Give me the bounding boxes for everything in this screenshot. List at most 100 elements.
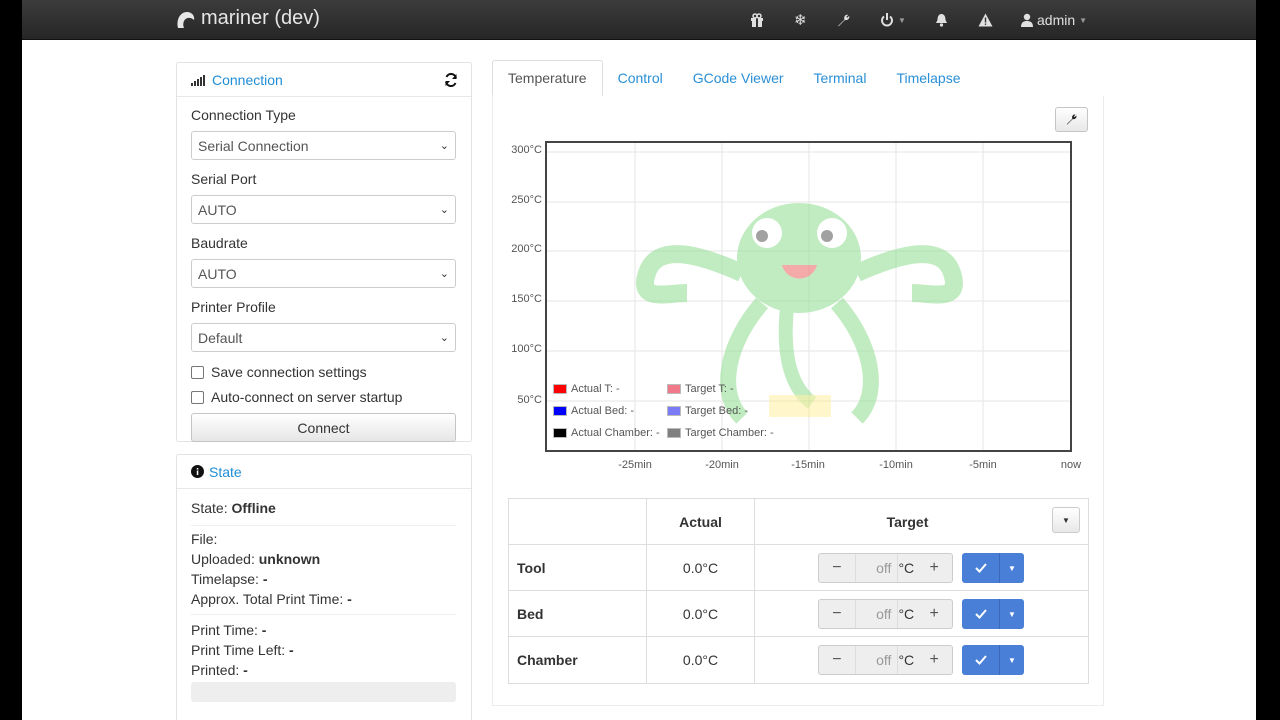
info-icon	[191, 465, 204, 478]
save-connection-checkbox[interactable]: Save connection settings	[191, 364, 367, 380]
table-row: Chamber 0.0°C − off °C + ▼	[509, 637, 1088, 683]
target-column-header: Target	[886, 514, 929, 530]
increment-button[interactable]: +	[916, 646, 952, 674]
user-icon	[1021, 13, 1033, 27]
bell-icon[interactable]	[935, 10, 948, 30]
chevron-down-icon: ⌄	[439, 332, 449, 344]
power-menu[interactable]: ▼	[880, 10, 906, 30]
brand[interactable]: mariner (dev)	[174, 7, 320, 30]
check-icon[interactable]	[962, 599, 1000, 629]
x-tick-label: -15min	[791, 459, 825, 471]
increment-button[interactable]: +	[916, 600, 952, 628]
file-label: File:	[191, 531, 218, 547]
legend-swatch	[667, 428, 681, 438]
target-temp-input[interactable]: off	[854, 554, 899, 582]
state-status: State: Offline	[191, 500, 276, 516]
unit-label: °C	[898, 652, 915, 668]
state-panel: State	[176, 454, 472, 720]
set-target-button[interactable]: ▼	[962, 645, 1024, 675]
time-left-label: Print Time Left:	[191, 642, 286, 658]
uploaded-label: Uploaded:	[191, 551, 255, 567]
printer-profile-label: Printer Profile	[191, 299, 276, 315]
time-left-value: -	[289, 642, 294, 658]
target-stepper[interactable]: − off °C +	[818, 645, 953, 675]
state-header[interactable]: State	[177, 455, 471, 489]
gift-icon[interactable]	[750, 10, 764, 30]
target-stepper[interactable]: − off °C +	[818, 553, 953, 583]
x-tick-label: now	[1060, 459, 1082, 471]
connect-button[interactable]: Connect	[191, 413, 456, 442]
state-title[interactable]: State	[209, 464, 242, 480]
column-divider	[754, 591, 755, 637]
legend-label: Target T: -	[685, 383, 734, 395]
connection-type-value: Serial Connection	[198, 137, 309, 154]
tab-temperature[interactable]: Temperature	[492, 60, 603, 96]
decrement-button[interactable]: −	[819, 554, 855, 582]
connection-type-label: Connection Type	[191, 107, 296, 123]
serial-port-value: AUTO	[198, 201, 237, 218]
target-dropdown-button[interactable]: ▼	[1052, 507, 1080, 533]
heater-name: Tool	[517, 560, 546, 576]
connection-header[interactable]: Connection	[177, 63, 471, 97]
warning-icon[interactable]	[978, 10, 993, 30]
set-target-button[interactable]: ▼	[962, 599, 1024, 629]
x-tick-label: -20min	[705, 459, 739, 471]
legend-item: Actual Chamber: -	[553, 427, 660, 439]
state-value: Offline	[231, 500, 276, 516]
uploaded-value: unknown	[258, 551, 321, 567]
legend-item: Actual Bed: -	[553, 405, 634, 417]
printed-label: Printed:	[191, 662, 240, 678]
baudrate-value: AUTO	[198, 265, 237, 282]
tab-gcode-viewer[interactable]: GCode Viewer	[678, 60, 799, 96]
checkbox-box[interactable]	[191, 390, 204, 404]
octopus-logo-icon	[177, 11, 195, 28]
serial-port-select[interactable]: AUTO ⌄	[191, 195, 456, 224]
connection-title[interactable]: Connection	[212, 72, 283, 88]
graph-settings-button[interactable]	[1055, 107, 1088, 132]
app-window: mariner (dev) ❄ ▼ admin ▼ Connection Con…	[22, 0, 1256, 720]
brand-title: mariner (dev)	[201, 7, 320, 29]
chevron-down-icon: ⌄	[439, 268, 449, 280]
check-icon[interactable]	[962, 645, 1000, 675]
autoconnect-checkbox[interactable]: Auto-connect on server startup	[191, 389, 402, 405]
check-icon[interactable]	[962, 553, 1000, 583]
legend-swatch	[667, 384, 681, 394]
legend-item: Target Chamber: -	[667, 427, 774, 439]
set-target-button[interactable]: ▼	[962, 553, 1024, 583]
y-tick-label: 50°C	[517, 394, 542, 406]
target-stepper[interactable]: − off °C +	[818, 599, 953, 629]
refresh-icon[interactable]	[444, 73, 458, 87]
increment-button[interactable]: +	[916, 554, 952, 582]
x-tick-label: -25min	[618, 459, 652, 471]
baudrate-label: Baudrate	[191, 235, 248, 251]
legend-swatch	[667, 406, 681, 416]
wrench-icon[interactable]	[836, 10, 851, 30]
autoconnect-label: Auto-connect on server startup	[211, 389, 403, 405]
printer-profile-value: Default	[198, 329, 243, 346]
printer-profile-select[interactable]: Default ⌄	[191, 323, 456, 352]
print-time-label: Print Time:	[191, 622, 258, 638]
chevron-down-icon: ▼	[1079, 15, 1088, 25]
x-tick-label: -10min	[879, 459, 913, 471]
tab-control[interactable]: Control	[603, 60, 678, 96]
chevron-down-icon[interactable]: ▼	[1000, 645, 1024, 675]
checkbox-box[interactable]	[191, 365, 204, 379]
decrement-button[interactable]: −	[819, 600, 855, 628]
legend-label: Target Bed: -	[685, 405, 748, 417]
y-tick-label: 100°C	[511, 343, 542, 355]
state-label: State:	[191, 500, 228, 516]
decrement-button[interactable]: −	[819, 646, 855, 674]
target-temp-input[interactable]: off	[854, 646, 899, 674]
chevron-down-icon[interactable]: ▼	[1000, 553, 1024, 583]
legend-item: Actual T: -	[553, 383, 620, 395]
tab-timelapse[interactable]: Timelapse	[881, 60, 975, 96]
snowflake-icon[interactable]: ❄	[794, 10, 807, 30]
temperature-table: Actual Target ▼ Tool 0.0°C − off °C + ▼ Bed 0.0°…	[508, 498, 1089, 684]
table-row: Tool 0.0°C − off °C + ▼	[509, 545, 1088, 591]
user-menu[interactable]: admin ▼	[1021, 10, 1087, 30]
chevron-down-icon[interactable]: ▼	[1000, 599, 1024, 629]
target-temp-input[interactable]: off	[854, 600, 899, 628]
connection-type-select[interactable]: Serial Connection ⌄	[191, 131, 456, 160]
tab-terminal[interactable]: Terminal	[799, 60, 882, 96]
baudrate-select[interactable]: AUTO ⌄	[191, 259, 456, 288]
